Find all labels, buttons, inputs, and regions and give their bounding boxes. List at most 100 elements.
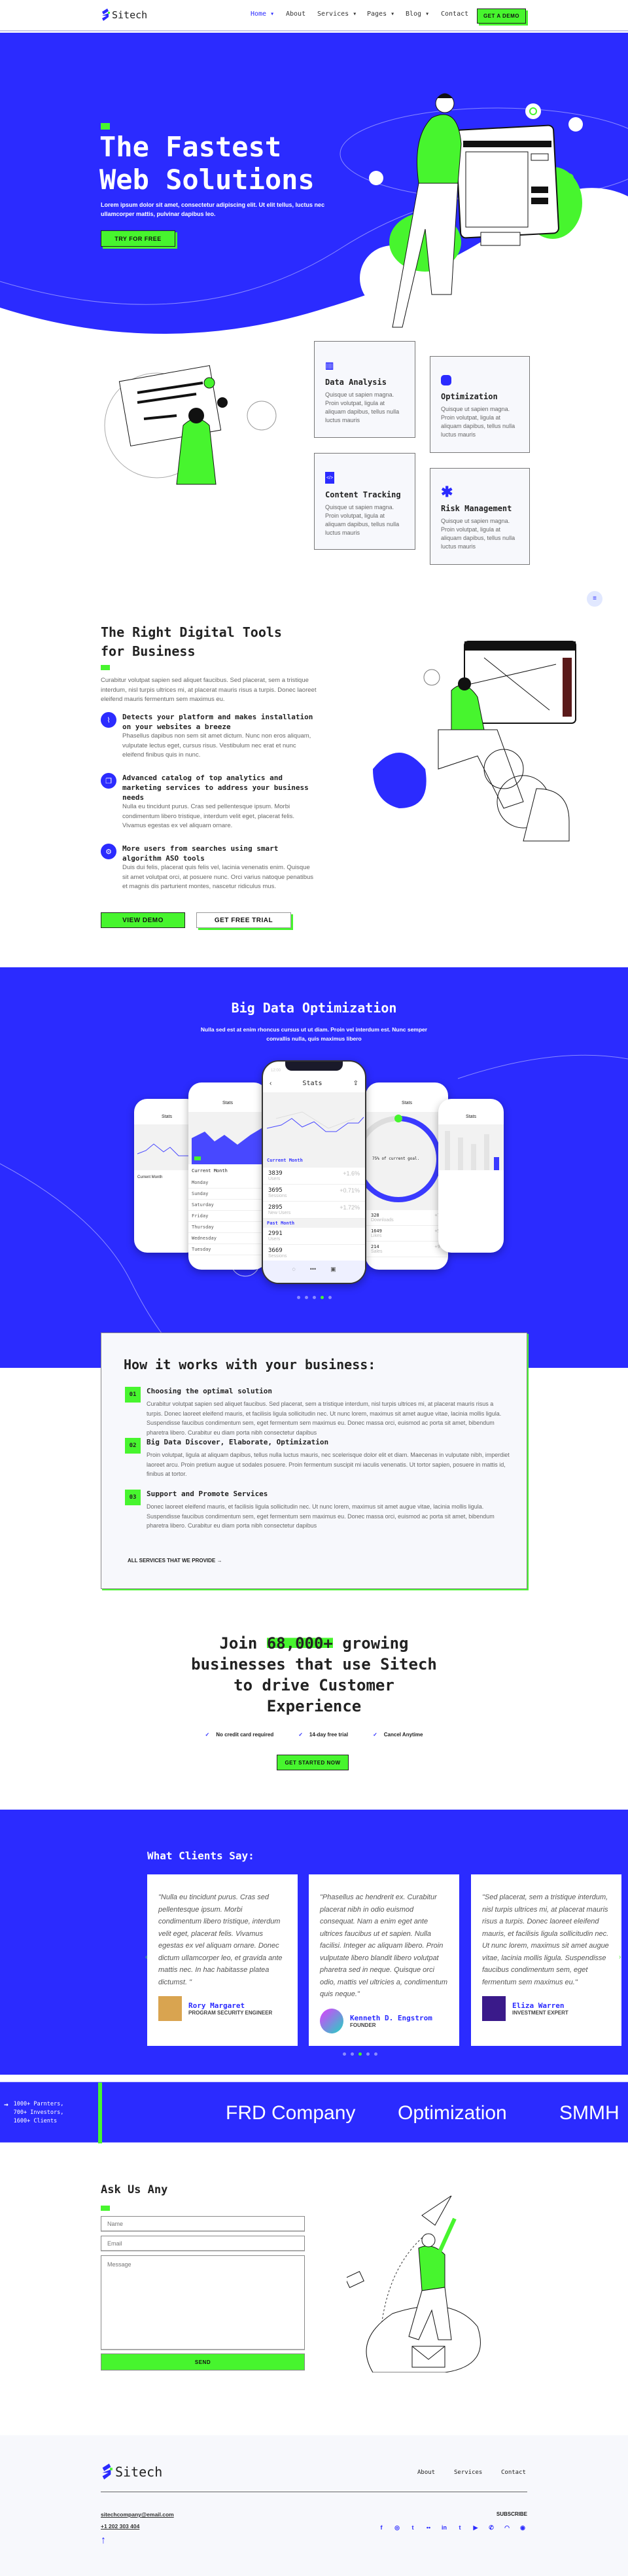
testimonial-quote: "Sed placerat, sem a tristique interdum,… bbox=[482, 1893, 609, 1986]
github-icon[interactable]: ◉ bbox=[519, 2524, 526, 2531]
nav-about[interactable]: About bbox=[286, 10, 305, 18]
day-row: Thursday bbox=[188, 1222, 267, 1233]
stat-row: 3695 Sessions +0.71% bbox=[263, 1185, 365, 1202]
carousel-dot[interactable] bbox=[366, 2052, 370, 2056]
phone-title: Stats bbox=[302, 1080, 323, 1087]
flickr-icon[interactable]: •• bbox=[425, 2524, 432, 2531]
carousel-dots bbox=[0, 1296, 628, 1299]
service-title: Content Tracking bbox=[325, 490, 401, 499]
asterisk-icon: ✱ bbox=[441, 484, 453, 500]
day-row: Tuesday bbox=[188, 1244, 267, 1255]
join-title: Join 68,000+ growing businesses that use… bbox=[191, 1634, 437, 1715]
step-text: Donec laoreet eleifend mauris, et facili… bbox=[147, 1503, 495, 1529]
back-icon[interactable]: ‹ bbox=[270, 1080, 271, 1087]
next-arrow[interactable]: › bbox=[619, 1954, 621, 1961]
nav-services[interactable]: Services ▾ bbox=[317, 10, 357, 18]
carousel-dot[interactable] bbox=[296, 1296, 300, 1299]
step-item: 02 Big Data Discover, Elaborate, Optimiza… bbox=[125, 1438, 511, 1479]
nav-pages[interactable]: Pages ▾ bbox=[367, 10, 394, 18]
all-services-link[interactable]: ALL SERVICES THAT WE PROVIDE → bbox=[128, 1558, 222, 1564]
carousel-dot[interactable] bbox=[342, 2052, 346, 2056]
logo-text: Sitech bbox=[115, 2464, 163, 2480]
message-input[interactable] bbox=[101, 2255, 305, 2350]
carousel-dot[interactable] bbox=[312, 1296, 316, 1299]
share-icon[interactable]: ⇪ bbox=[353, 1080, 358, 1087]
stats-list: 3839 Users +1.6% 3695 Sessions +0.71% 2895 New … bbox=[263, 1168, 365, 1219]
phone-title: Stats bbox=[466, 1115, 476, 1119]
try-free-button[interactable]: TRY FOR FREE bbox=[101, 230, 175, 247]
tools-illustration bbox=[373, 641, 576, 842]
phone-title: Stats bbox=[222, 1101, 233, 1105]
view-demo-button[interactable]: VIEW DEMO bbox=[101, 912, 185, 928]
logo-icon bbox=[102, 2463, 113, 2480]
nav-blog[interactable]: Blog ▾ bbox=[406, 10, 429, 18]
more-icon[interactable]: ••• bbox=[310, 1266, 316, 1283]
feature-item: ⚙ More users from searches using smart a… bbox=[101, 844, 317, 892]
feature-text: Duis dui felis, placerat quis felis vel,… bbox=[122, 864, 314, 890]
step-text: Proin volutpat, ligula at aliquam dapibu… bbox=[147, 1452, 510, 1477]
youtube-icon[interactable]: ▶ bbox=[472, 2524, 479, 2531]
testimonial-name: Eliza Warren bbox=[512, 2001, 565, 2010]
testimonial-role: INVESTMENT EXPERT bbox=[512, 2010, 568, 2016]
stat-row: 3669 Sessions bbox=[263, 1245, 365, 1262]
footer-logo[interactable]: Sitech bbox=[101, 2463, 162, 2481]
email-input[interactable] bbox=[101, 2236, 305, 2251]
nav-home[interactable]: Home ▾ bbox=[251, 10, 274, 18]
carousel-dot[interactable] bbox=[304, 1296, 308, 1299]
chat-bubble-button[interactable]: ≡ bbox=[587, 591, 602, 607]
partners-band: → 1000+ Parnters, 700+ Investors, 1600+ Cl… bbox=[0, 2082, 628, 2143]
free-trial-button[interactable]: GET FREE TRIAL bbox=[196, 912, 291, 928]
big-data-text: Nulla sed est at enim rhoncus cursus ut … bbox=[200, 1026, 428, 1042]
carousel-dot[interactable] bbox=[328, 1296, 332, 1299]
how-card: How it works with your business: 01 Choos… bbox=[101, 1333, 527, 1589]
facebook-icon[interactable]: f bbox=[378, 2524, 385, 2531]
tools-title-line: for Business bbox=[101, 643, 196, 659]
carousel-dot[interactable] bbox=[350, 2052, 354, 2056]
phone-mockup: Stats 75% of current goal. 328Downloads+… bbox=[366, 1082, 448, 1270]
bar-chart bbox=[445, 1131, 499, 1170]
back-to-top-icon[interactable]: ↑ bbox=[101, 2535, 106, 2547]
goal-row: 214 Sales +9% bbox=[366, 1242, 448, 1257]
footer-email[interactable]: sitechcompany@email.com bbox=[101, 2511, 174, 2518]
nav-contact[interactable]: Contact bbox=[441, 10, 468, 18]
linkedin-icon[interactable]: in bbox=[441, 2524, 447, 2531]
footer-link-contact[interactable]: Contact bbox=[501, 2469, 526, 2476]
bar-chart-icon: ▥ bbox=[325, 360, 334, 370]
service-text: Quisque ut sapien magna. Proin volutpat,… bbox=[325, 504, 400, 536]
twitter-icon[interactable]: t bbox=[410, 2524, 416, 2531]
tumblr-icon[interactable]: t bbox=[457, 2524, 463, 2531]
service-title: Optimization bbox=[441, 392, 498, 401]
get-demo-button[interactable]: GET A DEMO bbox=[477, 9, 526, 24]
rss-icon[interactable]: ◠ bbox=[504, 2524, 510, 2531]
footer-link-about[interactable]: About bbox=[417, 2469, 435, 2476]
send-button[interactable]: SEND bbox=[101, 2353, 305, 2370]
testimonial-card: "Sed placerat, sem a tristique interdum,… bbox=[471, 1874, 621, 2046]
step-item: 03 Support and Promote Services Donec laor… bbox=[125, 1490, 511, 1531]
big-data-title: Big Data Optimization bbox=[231, 1000, 397, 1016]
day-row: Wednesday bbox=[188, 1233, 267, 1244]
get-started-button[interactable]: GET STARTED NOW bbox=[277, 1755, 349, 1770]
footer-link-services[interactable]: Services bbox=[454, 2469, 482, 2476]
stat-row: 3839 Users +1.6% bbox=[263, 1168, 365, 1185]
whatsapp-icon[interactable]: ✆ bbox=[488, 2524, 495, 2531]
footer-phone[interactable]: +1 202 303 404 bbox=[101, 2523, 139, 2530]
prev-arrow[interactable]: ‹ bbox=[145, 1954, 147, 1961]
calendar-icon[interactable]: ▣ bbox=[330, 1266, 336, 1283]
day-row: Sunday bbox=[188, 1189, 267, 1200]
subscribe-label[interactable]: SUBSCRIBE bbox=[484, 2511, 527, 2517]
logo[interactable]: Sitech bbox=[101, 8, 147, 22]
carousel-dot[interactable] bbox=[358, 2052, 362, 2056]
carousel-dot[interactable] bbox=[374, 2052, 377, 2056]
avatar bbox=[320, 2008, 343, 2033]
hero-title-line: Web Solutions bbox=[99, 164, 315, 196]
hero-title-line: The Fastest bbox=[99, 131, 282, 163]
windows-icon: ❐ bbox=[101, 773, 116, 789]
step-text: Curabitur volutpat sapien sed aliquet fa… bbox=[147, 1401, 502, 1436]
carousel-dot[interactable] bbox=[320, 1296, 324, 1299]
name-input[interactable] bbox=[101, 2216, 305, 2232]
instagram-icon[interactable]: ◎ bbox=[394, 2524, 400, 2531]
goal-ring bbox=[366, 1115, 442, 1202]
step-title: Big Data Discover, Elaborate, Optimizati… bbox=[147, 1438, 329, 1446]
chat-icon[interactable]: ◌ bbox=[292, 1266, 295, 1283]
tools-title-line: The Right Digital Tools bbox=[101, 624, 282, 640]
